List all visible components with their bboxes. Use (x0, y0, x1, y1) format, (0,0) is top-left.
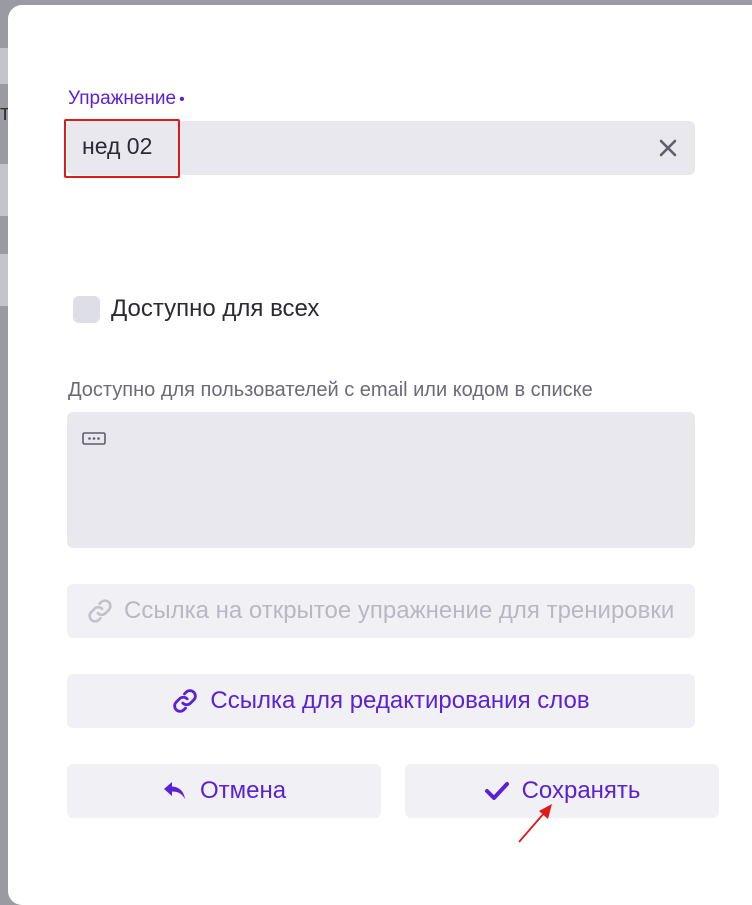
annotation-arrow-icon (518, 804, 552, 843)
exercise-name-input[interactable] (67, 121, 695, 175)
background-panel-strip (0, 254, 8, 306)
edit-words-link-button[interactable]: Ссылка для редактирования слов (67, 674, 695, 728)
close-icon (659, 139, 677, 157)
exercise-name-value[interactable]: нед 02 (82, 133, 152, 160)
open-exercise-link-placeholder: Ссылка на открытое упражнение для тренир… (124, 597, 675, 624)
open-exercise-link-field: Ссылка на открытое упражнение для тренир… (67, 584, 695, 638)
keyboard-icon (82, 432, 106, 445)
required-marker: • (179, 91, 185, 108)
link-icon (87, 598, 113, 624)
cancel-button[interactable]: Отмена (67, 764, 381, 818)
background-text-fragment: т (0, 100, 8, 125)
access-list-label: Доступно для пользователей с email или к… (68, 379, 593, 401)
cancel-button-label: Отмена (199, 777, 287, 804)
edit-words-link-label: Ссылка для редактирования слов (210, 687, 590, 714)
save-button[interactable]: Сохранять (405, 764, 719, 818)
reply-arrow-icon (162, 780, 188, 802)
link-icon (172, 688, 198, 714)
background-panel-strip (0, 48, 8, 84)
public-access-checkbox[interactable] (73, 296, 100, 323)
exercise-label-text: Упражнение (68, 88, 177, 109)
exercise-field-label: Упражнение • (68, 88, 185, 110)
background-panel-strip (0, 164, 8, 216)
public-access-label[interactable]: Доступно для всех (111, 295, 319, 323)
access-list-textarea[interactable] (67, 412, 695, 548)
checkmark-icon (484, 780, 510, 802)
clear-input-button[interactable] (654, 134, 682, 162)
